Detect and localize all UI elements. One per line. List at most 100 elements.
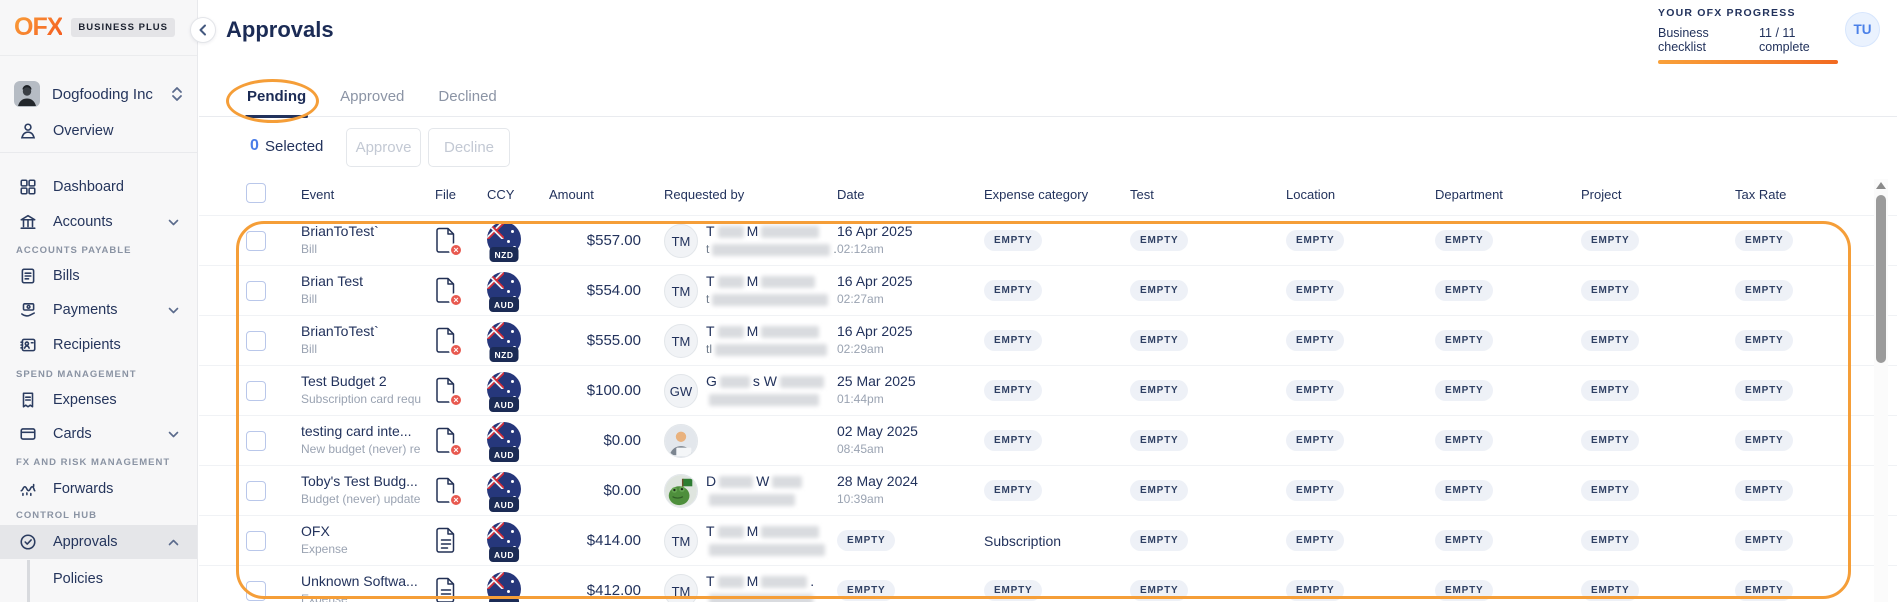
currency-flag-aud: AUD <box>487 572 521 602</box>
tab-approved[interactable]: Approved <box>340 88 404 117</box>
empty-badge: EMPTY <box>1735 280 1793 301</box>
time-value: 01:44pm <box>837 392 884 406</box>
table-row[interactable]: Test Budget 2Subscription card requ×AUD$… <box>199 365 1897 415</box>
time-value: 02:29am <box>837 342 884 356</box>
logo-row: OFX BUSINESS PLUS <box>0 0 197 56</box>
decline-button[interactable]: Decline <box>428 128 510 167</box>
extra-cell: EMPTY <box>1435 530 1493 551</box>
extra-cell: EMPTY <box>1581 580 1639 601</box>
row-checkbox[interactable] <box>246 581 266 601</box>
file-error-badge: × <box>449 493 463 507</box>
event-title: BrianToTest` <box>301 223 379 239</box>
redacted-text <box>718 226 744 238</box>
sidebar-item-forwards[interactable]: Forwards <box>0 472 197 506</box>
tab-pending[interactable]: Pending <box>247 88 306 117</box>
empty-badge: EMPTY <box>984 480 1042 501</box>
approve-button[interactable]: Approve <box>346 128 421 167</box>
row-checkbox[interactable] <box>246 481 266 501</box>
progress-label: YOUR OFX PROGRESS <box>1658 7 1838 19</box>
sidebar-item-recipients[interactable]: Recipients <box>0 328 197 362</box>
row-checkbox[interactable] <box>246 331 266 351</box>
empty-badge: EMPTY <box>1581 330 1639 351</box>
extra-cell: EMPTY <box>984 580 1042 601</box>
date-empty-badge: EMPTY <box>837 580 895 601</box>
scrollbar-thumb[interactable] <box>1876 195 1886 363</box>
row-checkbox[interactable] <box>246 531 266 551</box>
currency-flag-aud: AUD <box>487 372 521 412</box>
sidebar-item-approvals[interactable]: Approvals <box>0 525 197 559</box>
empty-badge: EMPTY <box>1286 580 1344 601</box>
select-all-checkbox[interactable] <box>246 183 266 203</box>
sidebar-item-label: Policies <box>53 571 103 587</box>
row-checkbox[interactable] <box>246 431 266 451</box>
requester-name: TM <box>706 323 822 339</box>
currency-flag-nzd: NZD <box>487 322 521 362</box>
vertical-scrollbar <box>1874 179 1888 602</box>
requester-email <box>706 542 828 556</box>
redacted-text <box>761 326 819 338</box>
sidebar-collapse-button[interactable] <box>190 17 216 43</box>
table-header: EventFileCCYAmountRequested byDateExpens… <box>199 183 1897 215</box>
sidebar-item-label: Dashboard <box>53 179 179 195</box>
extra-cell: EMPTY <box>1735 480 1793 501</box>
date-value: 16 Apr 2025 <box>837 323 913 339</box>
checklist-label: Business checklist <box>1658 26 1747 54</box>
requester-name: TM <box>706 273 818 289</box>
row-checkbox[interactable] <box>246 231 266 251</box>
extra-cell: EMPTY <box>1435 380 1493 401</box>
person-icon <box>18 121 38 141</box>
sidebar-item-bills[interactable]: Bills <box>0 259 197 293</box>
chevron-down-icon <box>168 219 179 226</box>
empty-badge: EMPTY <box>837 530 895 551</box>
empty-badge: EMPTY <box>1435 430 1493 451</box>
event-subtitle: Bill <box>301 242 317 256</box>
extra-cell: EMPTY <box>1286 330 1344 351</box>
empty-badge: EMPTY <box>1130 530 1188 551</box>
user-avatar[interactable]: TU <box>1845 12 1880 47</box>
company-switcher[interactable]: Dogfooding Inc <box>0 74 197 114</box>
extra-cell: EMPTY <box>1581 430 1639 451</box>
extra-cell: EMPTY <box>1735 330 1793 351</box>
sidebar-item-accounts[interactable]: Accounts <box>0 205 197 239</box>
sidebar-item-expenses[interactable]: Expenses <box>0 383 197 417</box>
empty-badge: EMPTY <box>1435 280 1493 301</box>
extra-cell: EMPTY <box>1130 330 1188 351</box>
requester-email: tl <box>706 342 830 356</box>
redacted-text <box>718 276 744 288</box>
empty-badge: EMPTY <box>1735 380 1793 401</box>
table-row[interactable]: OFXExpenseAUD$414.00TMTMEMPTYSubscriptio… <box>199 515 1897 565</box>
empty-badge: EMPTY <box>1286 380 1344 401</box>
currency-flag-aud: AUD <box>487 522 521 562</box>
business-checklist-link[interactable]: Business checklist 11 / 11 complete <box>1658 26 1838 54</box>
currency-flag-aud: AUD <box>487 422 521 462</box>
tab-declined[interactable]: Declined <box>438 88 496 117</box>
sidebar-item-policies[interactable]: Policies <box>0 558 197 600</box>
extra-cell: EMPTY <box>1435 580 1493 601</box>
table-row[interactable]: BrianToTest`Bill×NZD$557.00TMTMt.16 Apr … <box>199 215 1897 265</box>
row-checkbox[interactable] <box>246 381 266 401</box>
sidebar-item-cards[interactable]: Cards <box>0 417 197 451</box>
sidebar-item-overview[interactable]: Overview <box>0 114 197 148</box>
table-row[interactable]: BrianToTest`Bill×NZD$555.00TMTMtl16 Apr … <box>199 315 1897 365</box>
column-header-tax-rate: Tax Rate <box>1735 187 1786 202</box>
extra-cell: EMPTY <box>1735 280 1793 301</box>
row-checkbox[interactable] <box>246 281 266 301</box>
date-value: 28 May 2024 <box>837 473 918 489</box>
scrollbar-up-arrow[interactable] <box>1876 182 1886 189</box>
redacted-text <box>780 376 824 388</box>
empty-badge: EMPTY <box>1130 480 1188 501</box>
table-row[interactable]: Toby's Test Budg...Budget (never) update… <box>199 465 1897 515</box>
redacted-text <box>709 544 825 556</box>
currency-flag-aud: AUD <box>487 472 521 512</box>
event-subtitle: Subscription card requ <box>301 392 421 406</box>
sidebar-item-payments[interactable]: Payments <box>0 293 197 327</box>
redacted-text <box>761 526 819 538</box>
table-row[interactable]: Brian TestBill×AUD$554.00TMTMt16 Apr 202… <box>199 265 1897 315</box>
table-row[interactable]: Unknown Softwa...ExpenseAUD$412.00TMTM.E… <box>199 565 1897 602</box>
column-header-file: File <box>435 187 456 202</box>
bill-icon <box>18 266 38 286</box>
empty-badge: EMPTY <box>984 280 1042 301</box>
table-row[interactable]: testing card inte...New budget (never) r… <box>199 415 1897 465</box>
empty-badge: EMPTY <box>1735 530 1793 551</box>
sidebar-item-dashboard[interactable]: Dashboard <box>0 170 197 204</box>
